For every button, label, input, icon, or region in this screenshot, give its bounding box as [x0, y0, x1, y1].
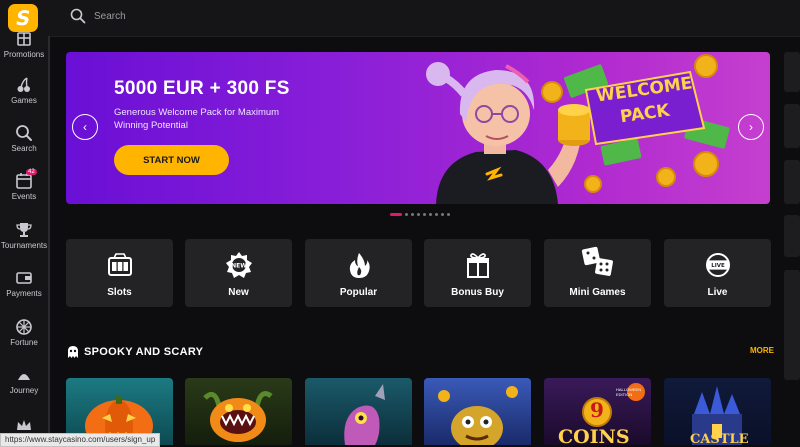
sidebar-item-journey[interactable]: Journey: [0, 366, 48, 395]
logo[interactable]: S: [8, 4, 38, 32]
game-tile-9-coins[interactable]: 9 HALLOWEEN EDITION COINS: [544, 378, 651, 445]
svg-text:NEW: NEW: [231, 263, 247, 270]
carousel-dot-active[interactable]: [390, 213, 402, 216]
game-art-number: 9: [590, 398, 604, 422]
top-bar: S Search: [0, 0, 800, 37]
category-new[interactable]: NEW New: [185, 239, 292, 307]
sidebar-item-label: Journey: [9, 386, 39, 395]
live-icon: LIVE: [705, 253, 730, 277]
sidebar-item-label: Games: [11, 96, 37, 105]
category-live[interactable]: LIVE Live: [664, 239, 771, 307]
banner-character-illustration: [426, 54, 730, 204]
promo-banner[interactable]: 5000 EUR + 300 FS Generous Welcome Pack …: [66, 52, 770, 204]
slot-machine-icon: [107, 253, 132, 276]
chevron-right-icon: ›: [749, 120, 753, 134]
category-label: Mini Games: [569, 287, 626, 298]
search-box[interactable]: Search: [70, 8, 126, 24]
carousel-dot[interactable]: [441, 213, 444, 216]
carousel-dots: [390, 213, 450, 216]
carousel-dot[interactable]: [411, 213, 414, 216]
sidebar-item-search[interactable]: Search: [0, 124, 48, 153]
sidebar-item-label: Tournaments: [0, 241, 48, 250]
events-badge: 42: [26, 169, 37, 175]
side-panel-tile[interactable]: [784, 160, 800, 204]
sidebar-item-crown[interactable]: [0, 416, 48, 434]
carousel-dot[interactable]: [405, 213, 408, 216]
sidebar-item-tournaments[interactable]: Tournaments: [0, 221, 48, 250]
more-link[interactable]: MORE: [750, 346, 774, 355]
game-tile-carnivorous-plant[interactable]: [185, 378, 292, 445]
chevron-left-icon: ‹: [83, 120, 87, 134]
category-bonus-buy[interactable]: Bonus Buy: [424, 239, 531, 307]
sidebar-item-label: Promotions: [3, 50, 45, 59]
category-label: Popular: [339, 287, 378, 298]
game-art-title: COINS: [558, 426, 630, 445]
dice-icon: [581, 246, 613, 276]
sidebar-item-label: Events: [11, 192, 37, 201]
game-tile-castle[interactable]: CASTLE: [664, 378, 771, 445]
sidebar-item-label: Search: [11, 144, 37, 153]
carousel-dot[interactable]: [429, 213, 432, 216]
banner-next-arrow[interactable]: ›: [738, 114, 764, 140]
game-tile-zombie[interactable]: [424, 378, 531, 445]
side-panel-tile[interactable]: [784, 215, 800, 257]
category-label: Bonus Buy: [451, 287, 504, 298]
carousel-dot[interactable]: [447, 213, 450, 216]
promotions-icon: [17, 32, 31, 46]
sidebar: Promotions Games Search 42 Events Tourna…: [0, 32, 50, 445]
category-mini-games[interactable]: Mini Games: [544, 239, 651, 307]
category-slots[interactable]: Slots: [66, 239, 173, 307]
search-placeholder: Search: [94, 10, 126, 22]
sidebar-item-fortune[interactable]: Fortune: [0, 318, 48, 347]
new-badge-icon: NEW: [225, 252, 252, 278]
fortune-wheel-icon: [16, 319, 32, 335]
sidebar-item-games[interactable]: Games: [0, 76, 48, 105]
ghost-icon: [68, 346, 78, 358]
creature-illustration: [344, 384, 385, 445]
cherries-icon: [17, 77, 30, 92]
game-tile-creature[interactable]: [305, 378, 412, 445]
game-art-badge: HALLOWEEN EDITION: [616, 387, 642, 397]
crown-icon: [17, 420, 31, 430]
search-icon: [16, 125, 32, 141]
svg-text:LIVE: LIVE: [711, 263, 725, 269]
carousel-dot[interactable]: [423, 213, 426, 216]
game-art-title: CASTLE: [690, 432, 749, 445]
banner-prev-arrow[interactable]: ‹: [72, 114, 98, 140]
trophy-icon: [16, 223, 32, 237]
zombie-illustration: [438, 386, 518, 445]
category-label: Live: [707, 287, 728, 298]
flame-icon: [349, 253, 370, 278]
wallet-icon: [16, 272, 32, 284]
sidebar-item-label: Fortune: [10, 338, 38, 347]
category-label: Slots: [107, 287, 132, 298]
sidebar-item-payments[interactable]: Payments: [0, 269, 48, 298]
category-popular[interactable]: Popular: [305, 239, 412, 307]
sidebar-item-promotions[interactable]: Promotions: [0, 30, 48, 59]
search-icon: [70, 8, 86, 24]
sidebar-item-label: Payments: [6, 289, 42, 298]
journey-icon: [18, 370, 30, 380]
sidebar-item-events[interactable]: 42 Events: [0, 169, 48, 201]
plant-monster-illustration: [203, 391, 273, 442]
side-panel-tile[interactable]: [784, 52, 800, 92]
gift-icon: [466, 253, 489, 278]
category-label: New: [228, 287, 249, 298]
side-panel-tile[interactable]: [784, 104, 800, 148]
carousel-dot[interactable]: [417, 213, 420, 216]
section-title: SPOOKY AND SCARY: [84, 346, 204, 358]
side-panel-tile[interactable]: [784, 270, 800, 380]
carousel-dot[interactable]: [435, 213, 438, 216]
